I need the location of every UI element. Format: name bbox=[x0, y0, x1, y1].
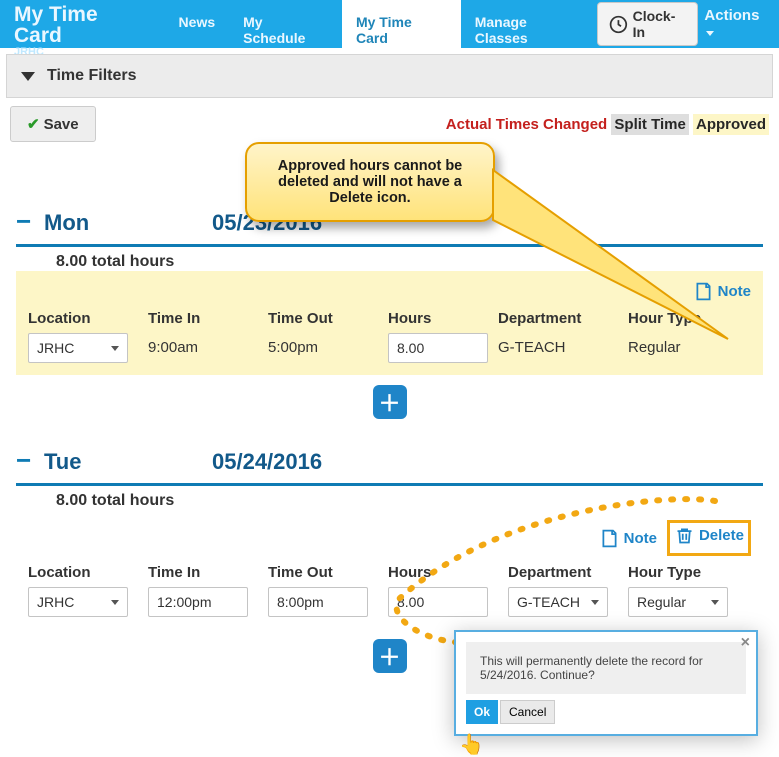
location-select[interactable]: JRHC bbox=[28, 333, 128, 363]
chevron-down-icon bbox=[21, 72, 35, 81]
timein-value: 9:00am bbox=[148, 333, 268, 363]
time-entry: Note Delete Location Time In Time Out Ho… bbox=[16, 510, 763, 629]
collapse-toggle[interactable]: − bbox=[16, 454, 36, 467]
callout-annotation: Approved hours cannot be deleted and wil… bbox=[245, 142, 495, 222]
plus-icon: ＋ bbox=[378, 386, 400, 418]
collapse-toggle[interactable]: − bbox=[16, 215, 36, 228]
dialog-message: This will permanently delete the record … bbox=[466, 642, 746, 694]
legend-approved: Approved bbox=[693, 114, 769, 135]
note-icon bbox=[693, 281, 714, 302]
time-entry: Note Location Time In Time Out Hours Dep… bbox=[16, 271, 763, 375]
col-hourtype: Hour Type bbox=[628, 564, 748, 581]
add-entry-button[interactable]: ＋ bbox=[373, 385, 407, 419]
tab-my-schedule[interactable]: My Schedule bbox=[229, 0, 342, 48]
toolbar: ✔ Save Actual Times Changed Split Time A… bbox=[6, 98, 773, 148]
hourtype-value: Regular bbox=[628, 333, 748, 363]
clock-in-button[interactable]: Clock-In bbox=[597, 2, 699, 46]
timeout-input[interactable]: 8:00pm bbox=[268, 587, 368, 617]
dialog-ok-button[interactable]: Ok bbox=[466, 700, 498, 724]
day-name: Tue bbox=[44, 449, 204, 475]
col-timeout: Time Out bbox=[268, 564, 388, 581]
day-block: − Mon 05/23/2016 8.00 total hours Note L… bbox=[6, 210, 773, 419]
confirm-dialog: × This will permanently delete the recor… bbox=[454, 630, 758, 736]
chevron-down-icon bbox=[591, 600, 599, 605]
delete-highlight: Delete bbox=[667, 520, 751, 556]
check-icon: ✔ bbox=[27, 115, 40, 133]
col-hours: Hours bbox=[388, 564, 508, 581]
tab-manage-classes[interactable]: Manage Classes bbox=[461, 0, 597, 48]
col-timeout: Time Out bbox=[268, 310, 388, 327]
department-select[interactable]: G-TEACH bbox=[508, 587, 608, 617]
col-hours: Hours bbox=[388, 310, 498, 327]
add-entry-button[interactable]: ＋ bbox=[373, 639, 407, 673]
col-timein: Time In bbox=[148, 310, 268, 327]
save-label: Save bbox=[44, 116, 79, 133]
tab-news[interactable]: News bbox=[165, 0, 230, 48]
actions-menu[interactable]: Actions bbox=[704, 7, 769, 41]
delete-label: Delete bbox=[699, 527, 744, 544]
note-label: Note bbox=[718, 283, 751, 300]
hourtype-select[interactable]: Regular bbox=[628, 587, 728, 617]
col-department: Department bbox=[498, 310, 628, 327]
tab-my-time-card[interactable]: My Time Card bbox=[342, 0, 461, 48]
day-date: 05/24/2016 bbox=[212, 449, 322, 475]
day-total: 8.00 total hours bbox=[56, 492, 763, 510]
clock-in-label: Clock-In bbox=[633, 8, 688, 40]
timein-input[interactable]: 12:00pm bbox=[148, 587, 248, 617]
save-button[interactable]: ✔ Save bbox=[10, 106, 96, 142]
nav-tabs: News My Schedule My Time Card Manage Cla… bbox=[165, 0, 597, 48]
plus-icon: ＋ bbox=[378, 640, 400, 672]
clock-icon bbox=[608, 14, 629, 35]
callout-text: Approved hours cannot be deleted and wil… bbox=[278, 158, 463, 206]
dialog-cancel-button[interactable]: Cancel bbox=[500, 700, 555, 724]
hours-input[interactable]: 8.00 bbox=[388, 587, 488, 617]
brand-title: My Time Card bbox=[14, 4, 151, 46]
location-select[interactable]: JRHC bbox=[28, 587, 128, 617]
col-department: Department bbox=[508, 564, 628, 581]
legend-actual: Actual Times Changed bbox=[446, 116, 607, 133]
col-location: Location bbox=[28, 564, 148, 581]
col-hourtype: Hour Type bbox=[628, 310, 748, 327]
trash-icon bbox=[674, 525, 695, 546]
timeout-value: 5:00pm bbox=[268, 333, 388, 363]
day-total: 8.00 total hours bbox=[56, 253, 763, 271]
note-button[interactable]: Note bbox=[693, 281, 751, 302]
day-name: Mon bbox=[44, 210, 204, 236]
col-location: Location bbox=[28, 310, 148, 327]
dialog-close-button[interactable]: × bbox=[741, 634, 750, 652]
hours-input[interactable]: 8.00 bbox=[388, 333, 488, 363]
delete-button[interactable]: Delete bbox=[674, 525, 744, 546]
time-filters-label: Time Filters bbox=[47, 67, 137, 85]
legend: Actual Times Changed Split Time Approved bbox=[446, 116, 769, 133]
top-nav: My Time Card JRHC News My Schedule My Ti… bbox=[0, 0, 779, 48]
col-timein: Time In bbox=[148, 564, 268, 581]
note-icon bbox=[599, 528, 620, 549]
chevron-down-icon bbox=[706, 31, 714, 36]
chevron-down-icon bbox=[111, 346, 119, 351]
chevron-down-icon bbox=[711, 600, 719, 605]
note-button[interactable]: Note bbox=[599, 528, 657, 549]
note-label: Note bbox=[624, 530, 657, 547]
legend-split: Split Time bbox=[611, 114, 688, 135]
time-filters-toggle[interactable]: Time Filters bbox=[6, 54, 773, 98]
department-value: G-TEACH bbox=[498, 333, 628, 363]
chevron-down-icon bbox=[111, 600, 119, 605]
actions-label: Actions bbox=[704, 7, 759, 24]
